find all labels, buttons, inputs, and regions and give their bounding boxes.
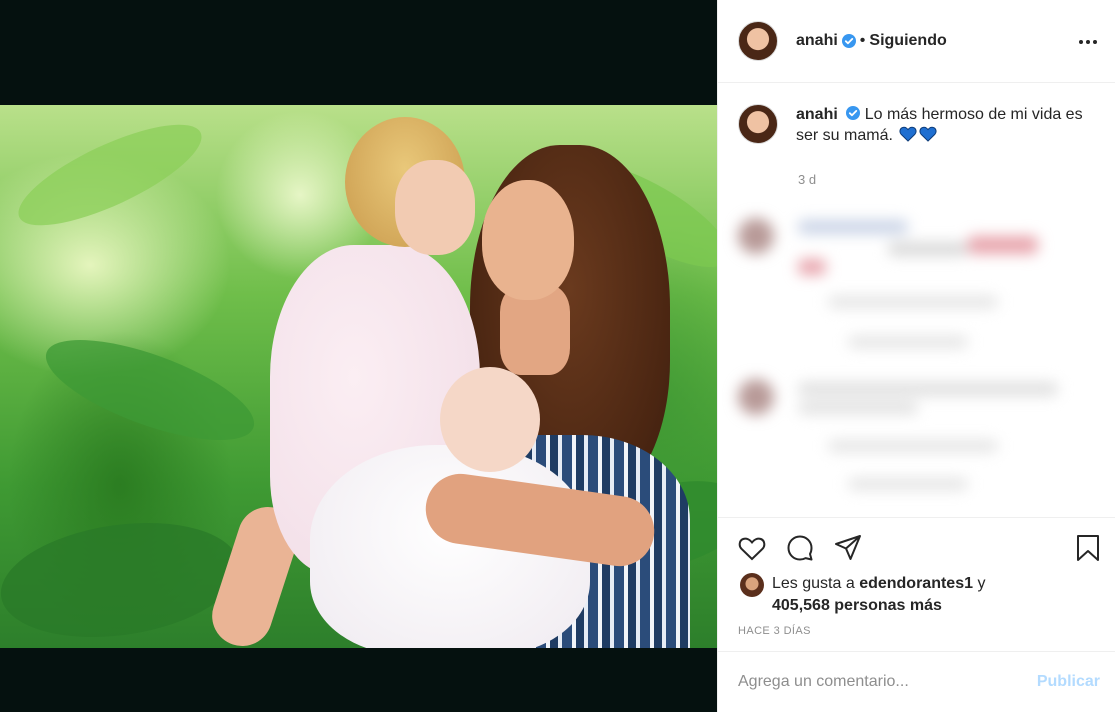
likes-summary: Les gusta a edendorantes1 y 405,568 pers… — [740, 573, 985, 617]
comment-line — [798, 259, 826, 275]
post-photo[interactable] — [0, 105, 717, 648]
caption-time[interactable]: 3 d — [798, 172, 816, 187]
avatar[interactable] — [738, 21, 778, 61]
liker-username[interactable]: edendorantes1 — [859, 575, 973, 592]
caption-body: Lo más hermoso de mi vida es ser su mamá… — [796, 106, 1083, 144]
bookmark-icon[interactable] — [1073, 533, 1103, 563]
mother-face — [482, 180, 574, 300]
comment-line — [798, 402, 918, 414]
comment-line — [828, 296, 998, 308]
more-icon[interactable] — [1076, 30, 1100, 54]
likes-conjunction: y — [977, 575, 986, 592]
comment-line — [798, 220, 908, 234]
caption: anahi Lo más hermoso de mi vida es ser s… — [718, 84, 1115, 204]
comment-input[interactable] — [738, 673, 1037, 691]
username-link[interactable]: anahi — [796, 32, 838, 50]
comment-avatar — [738, 379, 774, 415]
likes-prefix: Les gusta a — [772, 575, 855, 592]
verified-badge-icon — [841, 34, 856, 48]
verified-badge-icon — [846, 106, 861, 120]
comment-line — [888, 242, 968, 256]
instagram-post: anahi • Siguiendo anahi Lo más hermoso d… — [0, 0, 1115, 712]
share-icon[interactable] — [833, 533, 863, 563]
foliage — [0, 508, 247, 648]
comment-line — [968, 236, 1038, 254]
comment-form: Publicar — [718, 651, 1115, 712]
comment-line — [828, 440, 998, 452]
comment-line — [848, 336, 968, 348]
post-media[interactable] — [0, 0, 717, 712]
baby-head — [440, 367, 540, 472]
avatar[interactable] — [740, 573, 764, 597]
foliage — [34, 319, 266, 461]
likes-count-button[interactable]: 405,568 personas más — [772, 597, 942, 614]
comments-list-blurred — [718, 204, 1115, 516]
post-sidebar: anahi • Siguiendo anahi Lo más hermoso d… — [717, 0, 1115, 712]
comment-line — [798, 382, 1058, 396]
comment-avatar — [738, 218, 774, 254]
follow-status-button[interactable]: Siguiendo — [869, 32, 946, 50]
blue-heart-icon — [919, 126, 937, 142]
post-header: anahi • Siguiendo — [718, 0, 1115, 83]
caption-text: anahi Lo más hermoso de mi vida es ser s… — [796, 104, 1096, 146]
post-timestamp[interactable]: HACE 3 DÍAS — [738, 625, 811, 637]
comment-line — [848, 478, 968, 490]
blue-heart-icon — [899, 126, 917, 142]
caption-username[interactable]: anahi — [796, 106, 838, 123]
foliage — [6, 105, 214, 245]
child-face — [395, 160, 475, 255]
likes-text: Les gusta a edendorantes1 y 405,568 pers… — [772, 573, 985, 617]
separator: • — [859, 32, 866, 49]
publish-button[interactable]: Publicar — [1037, 673, 1100, 691]
heart-icon[interactable] — [737, 533, 767, 563]
avatar[interactable] — [738, 104, 778, 144]
action-bar: Les gusta a edendorantes1 y 405,568 pers… — [718, 517, 1115, 647]
comment-icon[interactable] — [785, 533, 815, 563]
